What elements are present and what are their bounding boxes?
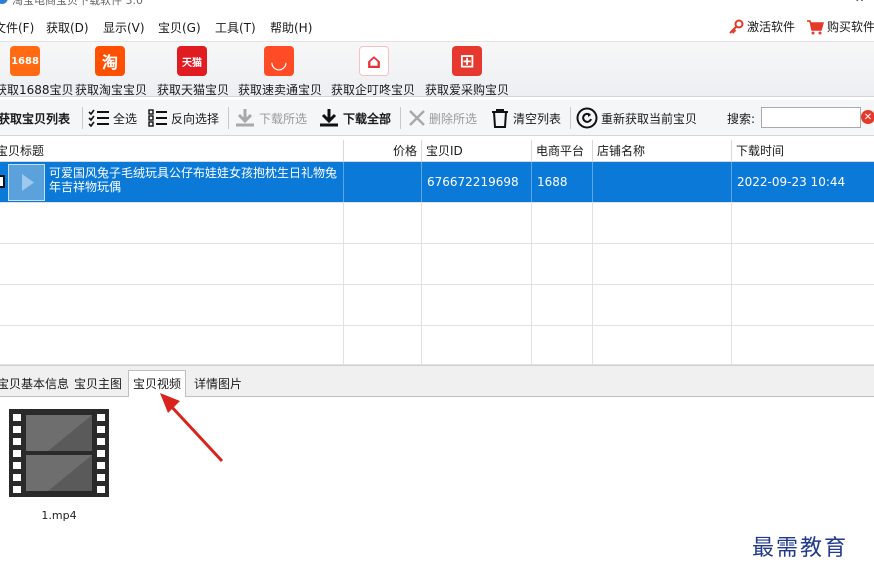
col-header-id[interactable]: 宝贝ID [421,140,531,162]
table-header: 宝贝标题 价格 宝贝ID 电商平台 店铺名称 下载时间 [0,140,874,162]
annotation-arrow-icon [160,393,224,463]
toolbar-divider [82,107,83,129]
cart-icon [807,19,824,34]
logo-1688-icon: 1688 [10,46,40,76]
row-id: 676672219698 [421,162,531,202]
play-icon [22,174,34,191]
platform-bar: 1688 获取1688宝贝 淘 获取淘宝宝贝 天猫 获取天猫宝贝 ◡ 获取速卖通… [0,41,874,97]
video-file-name: 1.mp4 [41,509,77,522]
select-all-button[interactable]: 全选 [88,106,137,130]
col-header-shop[interactable]: 店铺名称 [592,140,731,162]
get-aliexpress-button[interactable]: ◡ 获取速卖通宝贝 [238,46,323,97]
row-time: 2022-09-23 10:44 [731,162,874,202]
product-thumbnail [8,164,45,201]
watermark: 最需教育 [752,536,849,561]
minimize-button[interactable]: — [822,0,833,5]
download-icon [236,109,254,127]
menu-tools[interactable]: 工具(T) [215,19,256,36]
film-icon [9,409,109,497]
download-all-button[interactable]: 下载全部 [318,106,391,130]
empty-row [0,285,874,326]
menu-help[interactable]: 帮助(H) [270,19,312,36]
col-header-price[interactable]: 价格 [343,140,421,162]
download-icon [320,109,338,127]
search-input[interactable] [761,107,861,128]
buy-link[interactable]: 购买软件 [806,18,874,35]
delete-selected-button[interactable]: 删除所选 [408,106,477,130]
row-title: 可爱国风兔子毛绒玩具公仔布娃娃女孩抱枕生日礼物兔年吉祥物玩偶 [49,166,338,194]
video-panel: 1.mp4 [0,393,874,577]
get-tmall-button[interactable]: 天猫 获取天猫宝贝 [157,46,232,97]
menu-bar: 文件(F) 获取(D) 显示(V) 宝贝(G) 工具(T) 帮助(H) 激活软件… [0,15,874,39]
get-taobao-button[interactable]: 淘 获取淘宝宝贝 [75,46,150,97]
product-table: 宝贝标题 价格 宝贝ID 电商平台 店铺名称 下载时间 可爱国风兔子毛绒玩具公仔… [0,140,874,365]
key-icon [729,19,744,34]
get-aicaigou-button[interactable]: ⊞ 获取爱采购宝贝 [425,46,510,97]
menu-file[interactable]: 文件(F) [0,19,34,36]
toolbar-divider [400,107,401,129]
refresh-icon [576,107,598,129]
download-selected-button[interactable]: 下载所选 [234,106,307,130]
col-header-title[interactable]: 宝贝标题 [0,140,344,162]
qidingdong-logo-icon: ⌂ [359,46,389,76]
toolbar-divider [228,107,229,129]
search-label: 搜索: [727,112,756,126]
refetch-button[interactable]: 重新获取当前宝贝 [576,106,697,130]
taobao-logo-icon: 淘 [95,46,125,76]
tab-main-images[interactable]: 宝贝主图 [69,372,127,396]
invert-selection-button[interactable]: 反向选择 [148,106,219,130]
trash-icon [492,109,508,128]
empty-row [0,203,874,244]
video-file-item[interactable]: 1.mp4 [8,403,110,522]
menu-view[interactable]: 显示(V) [103,19,145,36]
get-list-button[interactable]: 获取宝贝列表 [0,106,70,130]
menu-get[interactable]: 获取(D) [46,19,89,36]
app-icon [0,0,8,4]
title-bar: 淘宝电商宝贝下载软件 3.0 — ✕ [0,0,874,7]
get-qidingdong-button[interactable]: ⌂ 获取企叮咚宝贝 [331,46,416,97]
clear-search-icon[interactable]: ✕ [861,110,874,124]
row-shop [592,162,731,202]
clear-list-button[interactable]: 清空列表 [490,106,561,130]
row-checkbox[interactable] [0,175,5,188]
delete-x-icon [409,110,425,126]
col-header-time[interactable]: 下载时间 [731,140,874,162]
col-header-platform[interactable]: 电商平台 [531,140,592,162]
table-row[interactable]: 可爱国风兔子毛绒玩具公仔布娃娃女孩抱枕生日礼物兔年吉祥物玩偶 676672219… [0,162,874,203]
menu-item-product[interactable]: 宝贝(G) [158,19,201,36]
toolbar-divider [570,107,571,129]
close-button[interactable]: ✕ [855,0,864,5]
aicaigou-logo-icon: ⊞ [452,46,482,76]
checklist-icon [88,109,109,127]
detail-tabs: 宝贝基本信息 宝贝主图 宝贝视频 详情图片 [0,365,874,398]
list-icon [148,109,167,127]
aliexpress-logo-icon: ◡ [264,46,294,76]
activate-link[interactable]: 激活软件 [728,18,795,35]
tmall-logo-icon: 天猫 [177,46,207,76]
buy-label: 购买软件 [827,20,874,34]
activate-label: 激活软件 [747,20,796,34]
empty-row [0,326,874,365]
get-1688-button[interactable]: 1688 获取1688宝贝 [0,46,74,97]
empty-row [0,244,874,285]
tab-basic-info[interactable]: 宝贝基本信息 [0,372,74,396]
window-title: 淘宝电商宝贝下载软件 3.0 [12,0,143,7]
row-platform: 1688 [531,162,592,202]
row-price [343,162,421,202]
